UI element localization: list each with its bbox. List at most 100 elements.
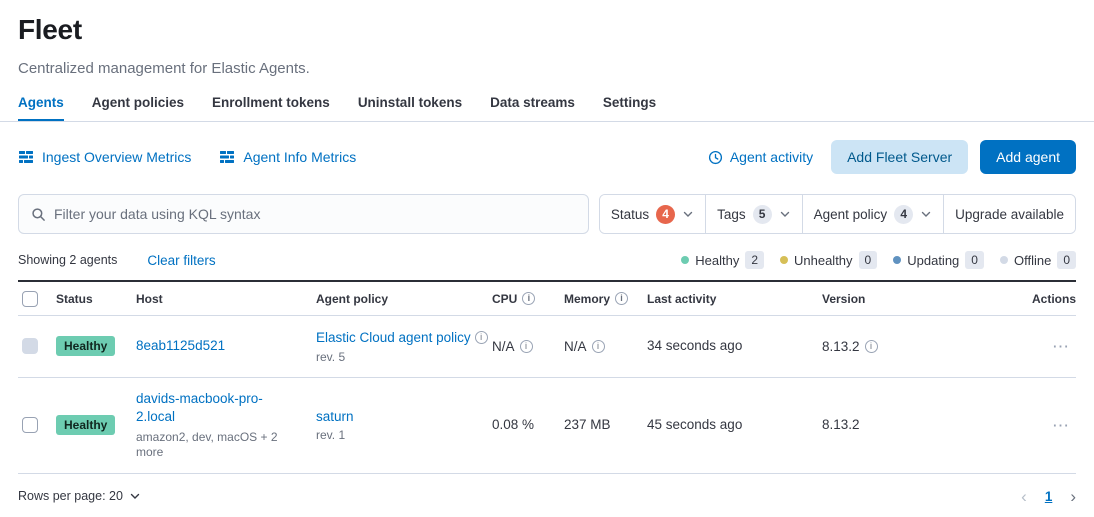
filter-upgrade-available[interactable]: Upgrade available xyxy=(943,195,1075,233)
filter-agent-policy[interactable]: Agent policy 4 xyxy=(802,195,944,233)
agents-count-label: Showing 2 agents xyxy=(18,253,117,267)
tab-bar: Agents Agent policies Enrollment tokens … xyxy=(18,95,1076,121)
offline-dot-icon xyxy=(1000,256,1008,264)
page-header: Fleet Centralized management for Elastic… xyxy=(0,0,1094,121)
row-actions-button[interactable]: ⋯ xyxy=(1052,417,1076,434)
add-agent-button[interactable]: Add agent xyxy=(980,140,1076,174)
legend-healthy-count: 2 xyxy=(745,251,764,269)
tab-enrollment-tokens[interactable]: Enrollment tokens xyxy=(212,95,330,121)
chevron-down-icon xyxy=(779,208,791,220)
row-actions-button[interactable]: ⋯ xyxy=(1052,338,1076,355)
agent-tags-text: amazon2, dev, macOS + 2 more xyxy=(136,430,300,461)
tab-settings[interactable]: Settings xyxy=(603,95,656,121)
legend-updating: Updating 0 xyxy=(893,251,984,269)
memory-tooltip-icon[interactable]: i xyxy=(592,340,605,353)
ingest-overview-metrics-label: Ingest Overview Metrics xyxy=(42,149,191,165)
agent-health-badge: Healthy xyxy=(56,415,115,435)
ingest-overview-metrics-link[interactable]: Ingest Overview Metrics xyxy=(18,149,191,165)
column-header-host: Host xyxy=(136,292,316,306)
filter-status-label: Status xyxy=(611,207,649,222)
memory-value: 237 MB xyxy=(564,417,611,432)
legend-unhealthy-label: Unhealthy xyxy=(794,253,853,268)
pagination-next-button[interactable]: › xyxy=(1070,488,1076,505)
version-value: 8.13.2 xyxy=(822,339,860,354)
metrics-icon xyxy=(18,149,34,165)
metrics-icon xyxy=(219,149,235,165)
policy-info-icon[interactable]: i xyxy=(475,331,488,344)
chevron-down-icon xyxy=(129,490,141,502)
column-header-version: Version xyxy=(822,292,970,306)
kql-search-bar xyxy=(18,194,589,234)
updating-dot-icon xyxy=(893,256,901,264)
status-filter-count-badge: 4 xyxy=(656,205,675,224)
unhealthy-dot-icon xyxy=(780,256,788,264)
rows-per-page-label: Rows per page: 20 xyxy=(18,489,123,503)
row-checkbox[interactable] xyxy=(22,338,38,354)
agents-toolbar: Ingest Overview Metrics Agent Info Metri… xyxy=(18,140,1076,174)
search-and-filters: Status 4 Tags 5 Agent policy 4 Upgrade a… xyxy=(18,194,1076,234)
agent-activity-link[interactable]: Agent activity xyxy=(708,149,813,165)
column-header-agent-policy: Agent policy xyxy=(316,292,492,306)
memory-info-icon[interactable]: i xyxy=(615,292,628,305)
legend-offline-label: Offline xyxy=(1014,253,1051,268)
agent-policy-link[interactable]: Elastic Cloud agent policy xyxy=(316,329,471,347)
chevron-down-icon xyxy=(920,208,932,220)
agent-row: Healthy davids-macbook-pro-2.local amazo… xyxy=(18,378,1076,474)
filter-group: Status 4 Tags 5 Agent policy 4 Upgrade a… xyxy=(599,194,1076,234)
clear-filters-link[interactable]: Clear filters xyxy=(147,253,215,268)
column-header-memory: Memory i xyxy=(564,292,647,306)
tab-uninstall-tokens[interactable]: Uninstall tokens xyxy=(358,95,462,121)
policy-revision: rev. 5 xyxy=(316,350,492,364)
agents-summary-row: Showing 2 agents Clear filters Healthy 2… xyxy=(18,250,1076,270)
cpu-info-icon[interactable]: i xyxy=(522,292,535,305)
tags-filter-count-badge: 5 xyxy=(753,205,772,224)
agent-health-badge: Healthy xyxy=(56,336,115,356)
legend-offline: Offline 0 xyxy=(1000,251,1076,269)
column-header-last-activity: Last activity xyxy=(647,292,822,306)
legend-healthy: Healthy 2 xyxy=(681,251,764,269)
agent-host-link[interactable]: davids-macbook-pro-2.local xyxy=(136,391,263,424)
table-footer: Rows per page: 20 ‹ 1 › xyxy=(18,488,1076,505)
legend-updating-count: 0 xyxy=(965,251,984,269)
column-header-actions: Actions xyxy=(970,292,1076,306)
pagination: ‹ 1 › xyxy=(1021,488,1076,505)
tab-agent-policies[interactable]: Agent policies xyxy=(92,95,184,121)
page-subtitle: Centralized management for Elastic Agent… xyxy=(18,60,1076,77)
cpu-value: 0.08 % xyxy=(492,417,534,432)
agent-policy-filter-count-badge: 4 xyxy=(894,205,913,224)
agent-host-link[interactable]: 8eab1125d521 xyxy=(136,338,225,353)
legend-unhealthy-count: 0 xyxy=(859,251,878,269)
kql-search-input[interactable] xyxy=(46,205,576,223)
legend-healthy-label: Healthy xyxy=(695,253,739,268)
version-info-icon[interactable]: i xyxy=(865,340,878,353)
chevron-down-icon xyxy=(682,208,694,220)
tab-data-streams[interactable]: Data streams xyxy=(490,95,575,121)
legend-offline-count: 0 xyxy=(1057,251,1076,269)
legend-unhealthy: Unhealthy 0 xyxy=(780,251,877,269)
pagination-prev-button[interactable]: ‹ xyxy=(1021,488,1027,505)
filter-status[interactable]: Status 4 xyxy=(600,195,705,233)
legend-updating-label: Updating xyxy=(907,253,959,268)
cpu-tooltip-icon[interactable]: i xyxy=(520,340,533,353)
pagination-page-1[interactable]: 1 xyxy=(1045,489,1053,504)
row-checkbox[interactable] xyxy=(22,417,38,433)
add-fleet-server-button[interactable]: Add Fleet Server xyxy=(831,140,968,174)
last-activity-value: 34 seconds ago xyxy=(647,338,742,353)
agent-activity-label: Agent activity xyxy=(730,149,813,165)
tab-agents[interactable]: Agents xyxy=(18,95,64,121)
agent-info-metrics-label: Agent Info Metrics xyxy=(243,149,356,165)
page-title: Fleet xyxy=(18,14,1076,46)
agent-policy-link[interactable]: saturn xyxy=(316,408,354,426)
filter-agent-policy-label: Agent policy xyxy=(814,207,888,222)
filter-tags[interactable]: Tags 5 xyxy=(705,195,802,233)
agent-row: Healthy 8eab1125d521 Elastic Cloud agent… xyxy=(18,316,1076,378)
column-header-status: Status xyxy=(56,292,136,306)
select-all-checkbox[interactable] xyxy=(22,291,38,307)
healthy-dot-icon xyxy=(681,256,689,264)
table-header-row: Status Host Agent policy CPU i Memory i … xyxy=(18,282,1076,316)
filter-upgrade-available-label: Upgrade available xyxy=(955,207,1064,222)
version-value: 8.13.2 xyxy=(822,417,860,432)
agent-info-metrics-link[interactable]: Agent Info Metrics xyxy=(219,149,356,165)
policy-revision: rev. 1 xyxy=(316,428,492,442)
rows-per-page-button[interactable]: Rows per page: 20 xyxy=(18,489,141,503)
